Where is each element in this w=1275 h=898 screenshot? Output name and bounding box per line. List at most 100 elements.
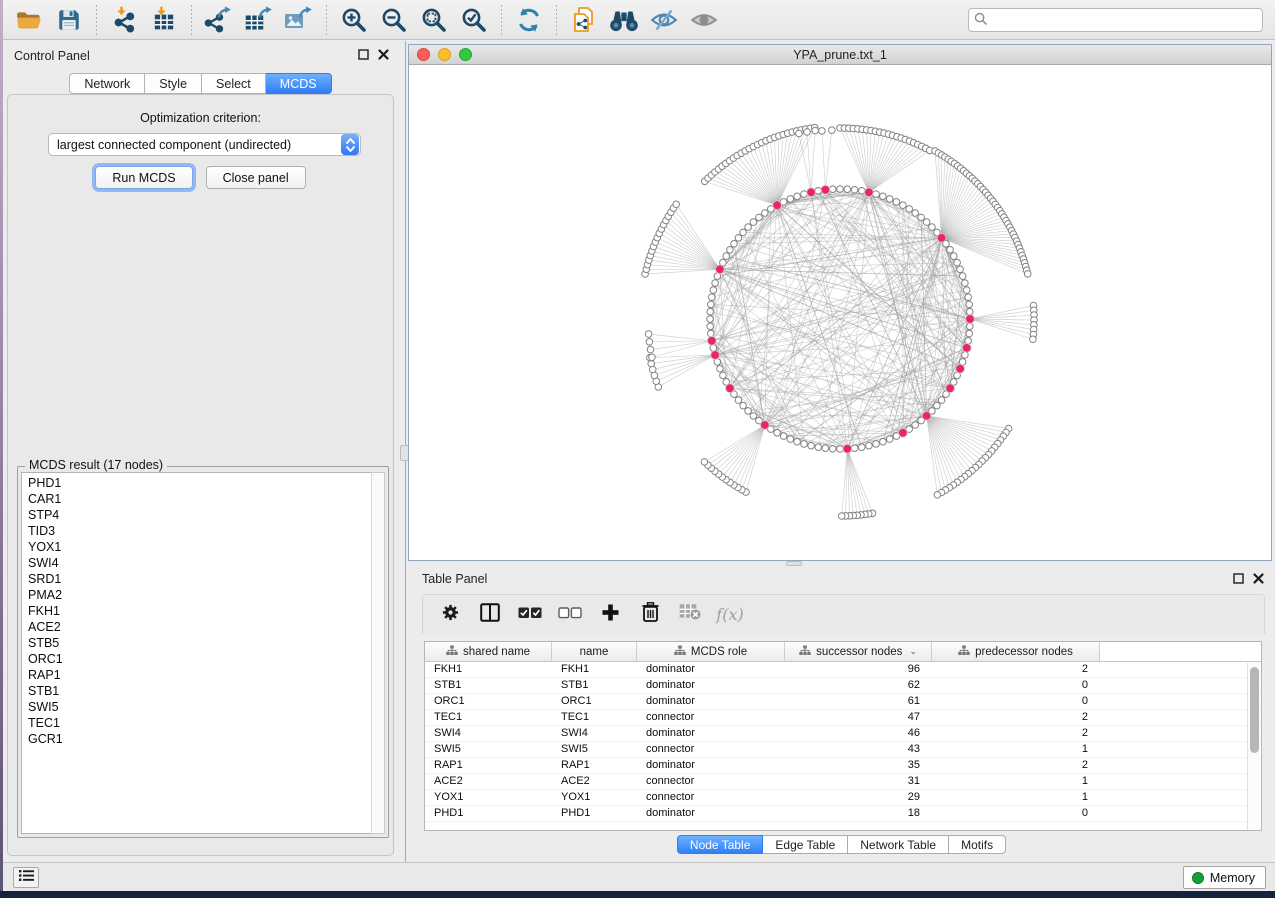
- mcds-result-item[interactable]: RAP1: [28, 667, 371, 683]
- table-cell[interactable]: 2: [932, 710, 1100, 725]
- deselect-all-checks-button[interactable]: [557, 601, 583, 629]
- table-cell[interactable]: 31: [785, 774, 932, 789]
- table-cell[interactable]: dominator: [637, 758, 785, 773]
- table-cell[interactable]: TEC1: [552, 710, 637, 725]
- table-cell[interactable]: SWI4: [552, 726, 637, 741]
- table-cell[interactable]: 61: [785, 694, 932, 709]
- run-mcds-button[interactable]: Run MCDS: [95, 166, 192, 189]
- mcds-result-item[interactable]: STB1: [28, 683, 371, 699]
- table-cell[interactable]: 2: [932, 726, 1100, 741]
- table-cell[interactable]: RAP1: [425, 758, 552, 773]
- table-row[interactable]: YOX1YOX1connector291: [425, 790, 1261, 806]
- table-cell[interactable]: 46: [785, 726, 932, 741]
- table-cell[interactable]: STB1: [425, 678, 552, 693]
- close-panel-icon[interactable]: [377, 48, 390, 61]
- table-cell[interactable]: 35: [785, 758, 932, 773]
- table-cell[interactable]: SWI5: [552, 742, 637, 757]
- tab-network-table[interactable]: Network Table: [848, 835, 949, 854]
- mcds-result-item[interactable]: STB5: [28, 635, 371, 651]
- table-cell[interactable]: YOX1: [425, 790, 552, 805]
- float-table-panel-icon[interactable]: [1232, 572, 1245, 585]
- table-cell[interactable]: STB1: [552, 678, 637, 693]
- table-cell[interactable]: connector: [637, 790, 785, 805]
- mcds-result-item[interactable]: SWI5: [28, 699, 371, 715]
- column-chooser-button[interactable]: [477, 601, 503, 629]
- table-row[interactable]: ORC1ORC1dominator610: [425, 694, 1261, 710]
- table-row[interactable]: RAP1RAP1dominator352: [425, 758, 1261, 774]
- close-panel-button[interactable]: Close panel: [206, 166, 306, 189]
- tab-network[interactable]: Network: [69, 73, 145, 94]
- table-cell[interactable]: connector: [637, 742, 785, 757]
- table-cell[interactable]: dominator: [637, 678, 785, 693]
- export-table-button[interactable]: [239, 3, 279, 37]
- mcds-result-item[interactable]: GCR1: [28, 731, 371, 747]
- table-cell[interactable]: FKH1: [552, 662, 637, 677]
- mcds-result-item[interactable]: YOX1: [28, 539, 371, 555]
- table-cell[interactable]: 47: [785, 710, 932, 725]
- tab-mcds[interactable]: MCDS: [266, 73, 332, 94]
- table-row[interactable]: SWI4SWI4dominator462: [425, 726, 1261, 742]
- tab-style[interactable]: Style: [145, 73, 202, 94]
- task-history-button[interactable]: [13, 867, 39, 888]
- table-cell[interactable]: SWI5: [425, 742, 552, 757]
- table-cell[interactable]: 2: [932, 662, 1100, 677]
- open-file-button[interactable]: [9, 3, 49, 37]
- table-cell[interactable]: 0: [932, 806, 1100, 821]
- tab-select[interactable]: Select: [202, 73, 266, 94]
- table-scrollbar[interactable]: [1247, 663, 1260, 831]
- float-panel-icon[interactable]: [357, 48, 370, 61]
- close-table-panel-icon[interactable]: [1252, 572, 1265, 585]
- table-cell[interactable]: dominator: [637, 694, 785, 709]
- table-cell[interactable]: ORC1: [552, 694, 637, 709]
- table-cell[interactable]: 1: [932, 774, 1100, 789]
- export-image-button[interactable]: [279, 3, 319, 37]
- table-cell[interactable]: 1: [932, 790, 1100, 805]
- memory-button[interactable]: Memory: [1183, 866, 1266, 889]
- column-header-shared-name[interactable]: shared name: [425, 642, 552, 661]
- table-cell[interactable]: connector: [637, 774, 785, 789]
- table-cell[interactable]: dominator: [637, 662, 785, 677]
- table-cell[interactable]: 43: [785, 742, 932, 757]
- table-row[interactable]: STB1STB1dominator620: [425, 678, 1261, 694]
- table-cell[interactable]: YOX1: [552, 790, 637, 805]
- table-scrollbar-thumb[interactable]: [1250, 667, 1259, 753]
- table-row[interactable]: FKH1FKH1dominator962: [425, 662, 1261, 678]
- zoom-fit-button[interactable]: [414, 3, 454, 37]
- select-all-checks-button[interactable]: [517, 601, 543, 629]
- column-header-name[interactable]: name: [552, 642, 637, 661]
- table-cell[interactable]: connector: [637, 710, 785, 725]
- zoom-selected-button[interactable]: [454, 3, 494, 37]
- refresh-view-button[interactable]: [509, 3, 549, 37]
- table-cell[interactable]: PHD1: [552, 806, 637, 821]
- mcds-result-item[interactable]: ORC1: [28, 651, 371, 667]
- mcds-result-item[interactable]: TID3: [28, 523, 371, 539]
- table-cell[interactable]: 96: [785, 662, 932, 677]
- import-table-button[interactable]: [144, 3, 184, 37]
- table-cell[interactable]: 62: [785, 678, 932, 693]
- search-input[interactable]: [968, 8, 1263, 32]
- settings-gear-button[interactable]: [437, 601, 463, 629]
- table-row[interactable]: PHD1PHD1dominator180: [425, 806, 1261, 822]
- table-row[interactable]: SWI5SWI5connector431: [425, 742, 1261, 758]
- clone-network-button[interactable]: [564, 3, 604, 37]
- table-row[interactable]: ACE2ACE2connector311: [425, 774, 1261, 790]
- table-cell[interactable]: 0: [932, 678, 1100, 693]
- table-cell[interactable]: 2: [932, 758, 1100, 773]
- table-cell[interactable]: PHD1: [425, 806, 552, 821]
- mcds-result-item[interactable]: PHD1: [28, 475, 371, 491]
- mcds-result-list[interactable]: PHD1CAR1STP4TID3YOX1SWI4SRD1PMA2FKH1ACE2…: [21, 472, 371, 834]
- column-header-MCDS-role[interactable]: MCDS role: [637, 642, 785, 661]
- vertical-splitter[interactable]: [398, 41, 408, 862]
- table-cell[interactable]: dominator: [637, 806, 785, 821]
- tab-motifs[interactable]: Motifs: [949, 835, 1006, 854]
- mcds-result-item[interactable]: TEC1: [28, 715, 371, 731]
- table-cell[interactable]: 29: [785, 790, 932, 805]
- add-row-button[interactable]: [597, 601, 623, 629]
- table-cell[interactable]: ACE2: [425, 774, 552, 789]
- table-cell[interactable]: TEC1: [425, 710, 552, 725]
- mcds-result-item[interactable]: CAR1: [28, 491, 371, 507]
- mcds-result-scrollbar[interactable]: [371, 472, 385, 834]
- network-titlebar[interactable]: YPA_prune.txt_1: [409, 45, 1271, 65]
- table-cell[interactable]: 0: [932, 694, 1100, 709]
- mcds-result-item[interactable]: STP4: [28, 507, 371, 523]
